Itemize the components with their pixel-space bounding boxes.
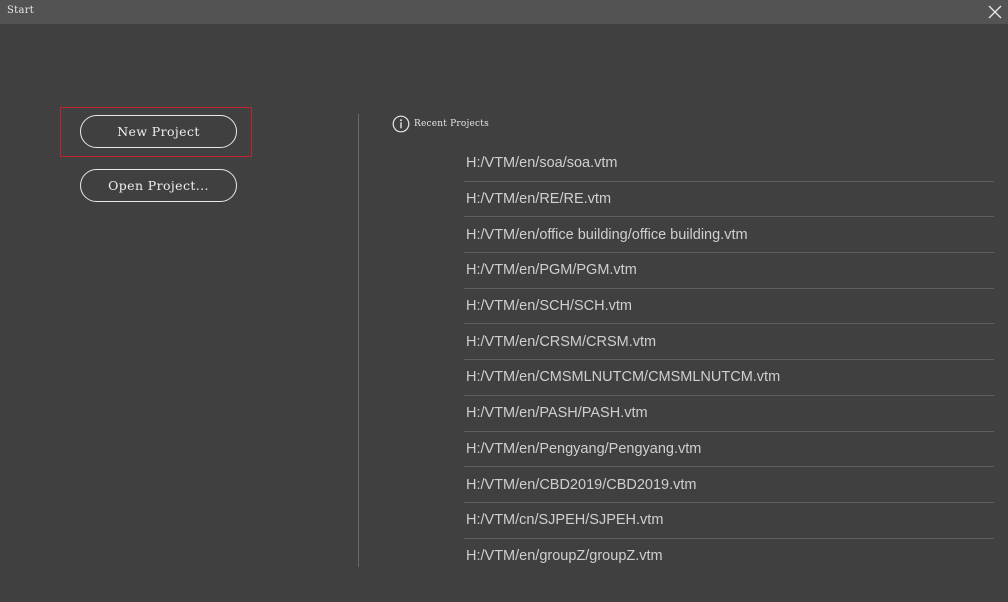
recent-projects-list: H:/VTM/en/soa/soa.vtm H:/VTM/en/RE/RE.vtm… bbox=[464, 146, 994, 574]
vertical-divider bbox=[358, 114, 359, 567]
close-icon bbox=[988, 5, 1002, 19]
new-project-button[interactable]: New Project bbox=[80, 115, 237, 148]
recent-project-item[interactable]: H:/VTM/en/RE/RE.vtm bbox=[464, 182, 994, 218]
recent-project-item[interactable]: H:/VTM/en/CRSM/CRSM.vtm bbox=[464, 324, 994, 361]
recent-projects-title: Recent Projects bbox=[414, 119, 489, 129]
info-icon bbox=[392, 115, 410, 133]
recent-project-item[interactable]: H:/VTM/en/SCH/SCH.vtm bbox=[464, 289, 994, 325]
window-title: Start bbox=[7, 5, 35, 16]
recent-project-item[interactable]: H:/VTM/en/PGM/PGM.vtm bbox=[464, 253, 994, 289]
recent-project-item[interactable]: H:/VTM/en/PASH/PASH.vtm bbox=[464, 396, 994, 432]
recent-project-item[interactable]: H:/VTM/en/CMSMLNUTCM/CMSMLNUTCM.vtm bbox=[464, 360, 994, 396]
recent-project-item[interactable]: H:/VTM/en/groupZ/groupZ.vtm bbox=[464, 539, 994, 575]
recent-project-item[interactable]: H:/VTM/en/office building/office buildin… bbox=[464, 217, 994, 254]
recent-projects-header: Recent Projects bbox=[392, 115, 489, 133]
recent-project-item[interactable]: H:/VTM/cn/SJPEH/SJPEH.vtm bbox=[464, 503, 994, 539]
recent-project-item[interactable]: H:/VTM/en/soa/soa.vtm bbox=[464, 146, 994, 182]
close-button[interactable] bbox=[986, 3, 1004, 21]
open-project-button[interactable]: Open Project... bbox=[80, 169, 237, 202]
recent-project-item[interactable]: H:/VTM/en/CBD2019/CBD2019.vtm bbox=[464, 467, 994, 503]
recent-project-item[interactable]: H:/VTM/en/Pengyang/Pengyang.vtm bbox=[464, 432, 994, 468]
title-bar: Start bbox=[0, 0, 1008, 24]
